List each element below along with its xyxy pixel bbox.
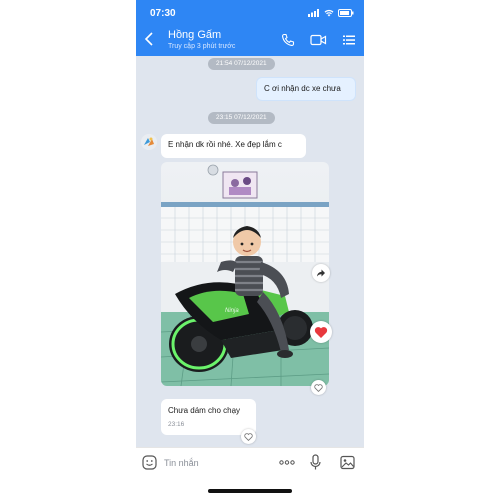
like-button[interactable] <box>311 380 326 395</box>
photo-message[interactable]: Ninja <box>161 162 329 386</box>
incoming-message[interactable]: Chưa dám cho chạy 23:16 <box>161 399 256 435</box>
like-button[interactable] <box>241 429 256 444</box>
home-indicator[interactable] <box>208 489 292 493</box>
back-arrow-icon[interactable] <box>144 32 154 46</box>
reaction-button[interactable] <box>310 321 332 343</box>
outgoing-message[interactable]: C ơi nhận dc xe chưa <box>256 77 356 101</box>
chat-header: Hồng Gấm Truy cập 3 phút trước <box>136 26 364 56</box>
heart-icon <box>314 326 328 338</box>
image-icon[interactable] <box>340 455 355 470</box>
signal-icon <box>308 9 319 17</box>
status-time: 07:30 <box>150 8 176 19</box>
share-button[interactable] <box>312 264 330 282</box>
message-time: 23:16 <box>168 421 185 428</box>
chat-screen: 07:30 Hồng Gấm Truy cập 3 phút trước 21:… <box>136 0 364 498</box>
avatar[interactable] <box>141 134 157 150</box>
heart-outline-icon <box>244 432 253 441</box>
home-area <box>136 477 364 498</box>
battery-icon <box>338 9 354 17</box>
date-chip: 23:15 07/12/2021 <box>208 112 275 124</box>
more-icon[interactable] <box>279 460 295 465</box>
status-bar: 07:30 <box>136 0 364 26</box>
wifi-icon <box>324 9 334 17</box>
system-icons <box>308 9 354 17</box>
message-text: Chưa dám cho chạy <box>168 406 241 415</box>
date-chip: 21:54 07/12/2021 <box>208 58 275 70</box>
contact-name[interactable]: Hồng Gấm <box>168 29 221 41</box>
avatar-image <box>141 134 157 150</box>
share-icon <box>317 269 325 277</box>
video-icon[interactable] <box>310 33 327 47</box>
photo-child-on-motorbike: Ninja <box>161 162 329 386</box>
last-seen: Truy cập 3 phút trước <box>168 43 236 50</box>
emoji-icon[interactable] <box>142 455 157 470</box>
mic-icon[interactable] <box>310 454 321 471</box>
phone-icon[interactable] <box>281 33 295 47</box>
message-composer: Tin nhắn <box>136 447 364 478</box>
message-input[interactable]: Tin nhắn <box>164 458 199 468</box>
menu-icon[interactable] <box>342 33 356 47</box>
svg-text:Ninja: Ninja <box>225 308 239 314</box>
incoming-message[interactable]: E nhận dk rồi nhé. Xe đẹp lắm c <box>161 134 306 158</box>
heart-outline-icon <box>314 383 323 392</box>
